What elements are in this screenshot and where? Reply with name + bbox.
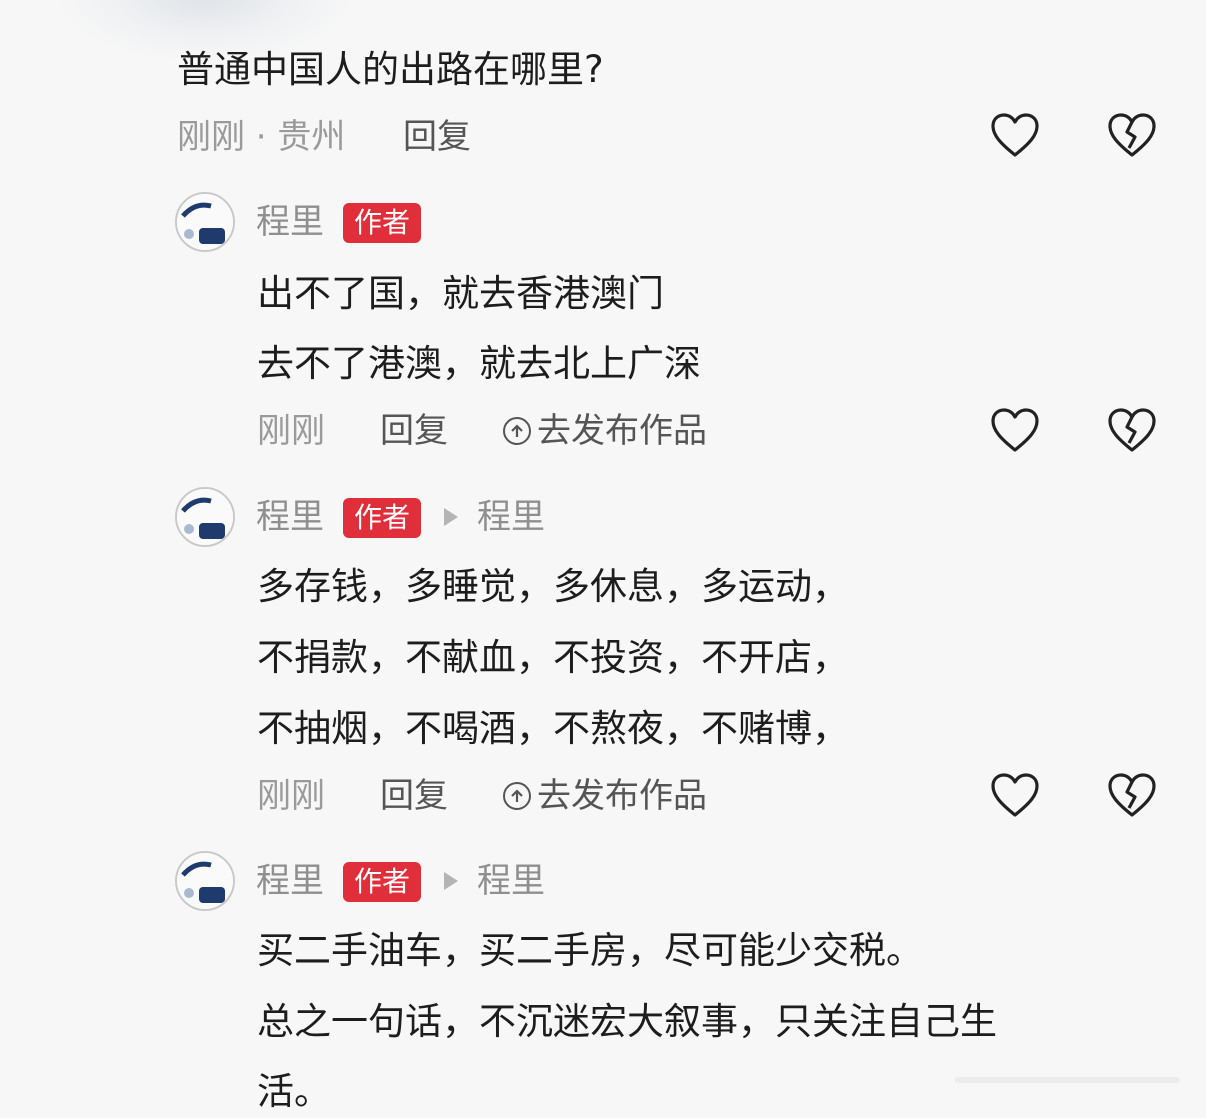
publish-work-button[interactable]: 去发布作品 <box>503 414 707 448</box>
reply-text-line: 活。 <box>257 1070 331 1113</box>
avatar[interactable] <box>175 487 235 547</box>
heart-outline-icon[interactable] <box>990 408 1040 454</box>
reply-text-line: 总之一句话，不沉迷宏大叙事，只关注自己生 <box>257 1000 997 1043</box>
reply-to-arrow-icon <box>444 872 458 890</box>
up-arrow-circle-icon <box>503 782 531 810</box>
username[interactable]: 程里 <box>256 864 324 898</box>
publish-work-label: 去发布作品 <box>537 776 707 816</box>
heart-outline-icon[interactable] <box>990 773 1040 819</box>
avatar-image <box>177 489 233 545</box>
avatar-image <box>177 853 233 909</box>
broken-heart-icon[interactable] <box>1107 408 1157 454</box>
username[interactable]: 程里 <box>256 500 324 534</box>
avatar[interactable] <box>175 192 235 252</box>
reply-to-username[interactable]: 程里 <box>477 864 545 898</box>
reply-button[interactable]: 回复 <box>380 779 448 813</box>
broken-heart-icon[interactable] <box>1107 113 1157 159</box>
publish-work-button[interactable]: 去发布作品 <box>503 779 707 813</box>
reply-to-username[interactable]: 程里 <box>477 500 545 534</box>
reply-text-line: 买二手油车，买二手房，尽可能少交税。 <box>257 929 923 972</box>
reply-text-line: 出不了国，就去香港澳门 <box>257 272 664 315</box>
heart-outline-icon[interactable] <box>990 113 1040 159</box>
broken-heart-icon[interactable] <box>1107 773 1157 819</box>
reply-to-arrow-icon <box>444 508 458 526</box>
reply-time: 刚刚 <box>257 776 325 816</box>
author-badge: 作者 <box>343 498 422 538</box>
root-reply-button[interactable]: 回复 <box>403 120 471 154</box>
author-badge: 作者 <box>343 862 422 902</box>
avatar-image <box>177 194 233 250</box>
publish-work-label: 去发布作品 <box>537 411 707 451</box>
reply-text-line: 去不了港澳，就去北上广深 <box>257 342 701 385</box>
author-badge: 作者 <box>343 203 422 243</box>
username[interactable]: 程里 <box>256 205 324 239</box>
reply-button[interactable]: 回复 <box>380 414 448 448</box>
up-arrow-circle-icon <box>503 417 531 445</box>
reply-text-line: 不捐款，不献血，不投资，不开店， <box>257 636 849 679</box>
root-comment-time-location: 刚刚 · 贵州 <box>177 117 346 157</box>
reply-text-line: 多存钱，多睡觉，多休息，多运动， <box>257 565 849 608</box>
reply-text-line: 不抽烟，不喝酒，不熬夜，不赌博， <box>257 707 849 750</box>
reply-time: 刚刚 <box>257 411 325 451</box>
avatar[interactable] <box>175 851 235 911</box>
bottom-scroll-indicator <box>955 1077 1180 1083</box>
root-comment-text: 普通中国人的出路在哪里? <box>177 48 604 91</box>
